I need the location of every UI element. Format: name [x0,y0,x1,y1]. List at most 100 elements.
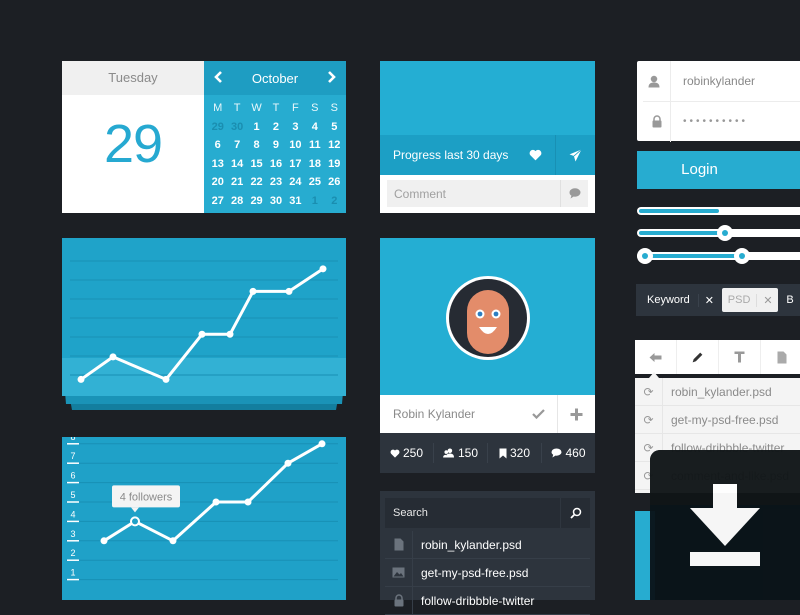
calendar-day-cell[interactable]: 8 [247,136,266,155]
calendar-weekday-header: T [233,102,241,114]
download-button[interactable] [650,450,800,600]
chart-tooltip: 4 followers [112,485,180,513]
follow-check-button[interactable] [519,395,557,433]
data-point[interactable] [198,330,206,338]
search-button[interactable] [560,498,590,528]
stat-followers[interactable]: 150 [434,443,488,463]
value-slider[interactable] [637,225,800,241]
calendar-day-cell[interactable]: 7 [227,136,246,155]
search-input[interactable] [385,507,560,519]
data-point[interactable] [285,287,293,295]
chevron-left-icon[interactable] [214,70,223,86]
calendar-day-cell[interactable]: 25 [305,173,324,192]
data-point[interactable] [100,537,108,545]
calendar-day-cell[interactable]: 14 [227,155,246,174]
data-point[interactable] [284,459,292,467]
calendar-day-cell[interactable]: 1 [247,118,266,137]
search-result-item[interactable]: follow-dribbble-twitter [385,586,590,615]
comment-input[interactable] [387,186,560,201]
slider-handle[interactable] [716,225,733,241]
calendar-day-cell[interactable]: 19 [325,155,344,174]
comment-submit-button[interactable] [560,180,588,207]
calendar-weekday-header: T [272,102,280,114]
slider-handle-high[interactable] [734,248,751,264]
data-point[interactable] [249,287,257,295]
calendar-day-cell[interactable]: 15 [247,155,266,174]
calendar-day-cell[interactable]: 18 [305,155,324,174]
calendar-day-cell[interactable]: 29 [247,192,266,211]
password-input[interactable] [671,116,791,127]
calendar-day-cell[interactable]: 11 [305,136,324,155]
calendar-day-cell[interactable]: 22 [247,173,266,192]
username-input[interactable] [671,74,791,88]
data-point[interactable] [244,498,252,506]
stat-likes[interactable]: 250 [380,443,434,463]
progress-card-bar: Progress last 30 days [380,135,595,175]
close-icon[interactable]: ✕ [756,293,778,307]
calendar-day-cell[interactable]: 2 [325,192,344,211]
calendar-day-cell[interactable]: 5 [325,118,344,137]
file-list-item[interactable]: ⟳ robin_kylander.psd [635,377,800,406]
login-button[interactable]: Login [637,151,800,189]
calendar-day-cell[interactable]: 4 [305,118,324,137]
refresh-icon[interactable]: ⟳ [635,405,663,434]
search-result-item[interactable]: robin_kylander.psd [385,530,590,559]
document-icon [777,351,786,363]
add-button[interactable] [557,395,595,433]
data-point[interactable] [169,537,177,545]
close-icon[interactable]: ✕ [697,293,720,307]
calendar-day-cell[interactable]: 12 [325,136,344,155]
back-arrow-icon [649,352,662,362]
calendar-day-cell[interactable]: 2 [266,118,285,137]
refresh-icon[interactable]: ⟳ [635,377,663,406]
profile-card: Robin Kylander 250 150 320 460 [380,238,595,473]
calendar-day-cell[interactable]: 21 [227,173,246,192]
calendar-day-cell[interactable]: 31 [286,192,305,211]
chevron-right-icon[interactable] [327,70,336,86]
stat-bookmarks[interactable]: 320 [488,443,542,463]
calendar-weekday-header: S [311,102,319,114]
data-point[interactable] [109,353,117,361]
calendar-day-cell[interactable]: 20 [208,173,227,192]
progress-slider[interactable] [637,207,800,215]
like-button[interactable] [515,135,555,175]
text-button[interactable] [719,340,761,374]
edit-button[interactable] [677,340,719,374]
data-point[interactable] [319,265,327,273]
calendar-day-cell[interactable]: 9 [266,136,285,155]
document-button[interactable] [761,340,800,374]
share-button[interactable] [555,135,595,175]
slider-handle-low[interactable] [636,248,653,264]
calendar-day-cell[interactable]: 16 [266,155,285,174]
calendar-day-cell[interactable]: 28 [227,192,246,211]
calendar-day-cell[interactable]: 13 [208,155,227,174]
calendar-day-cell[interactable]: 1 [305,192,324,211]
calendar-day-cell[interactable]: 26 [325,173,344,192]
calendar-day-cell[interactable]: 27 [208,192,227,211]
calendar-day-cell[interactable]: 23 [266,173,285,192]
calendar-day-cell[interactable]: 3 [286,118,305,137]
calendar-day-cell[interactable]: 10 [286,136,305,155]
data-point[interactable] [212,498,220,506]
y-tick-label: 3 [70,529,75,539]
calendar-day-cell[interactable]: 29 [208,118,227,137]
speech-bubble-icon [569,188,580,199]
search-result-item[interactable]: get-my-psd-free.psd [385,558,590,587]
calendar-day-cell[interactable]: 6 [208,136,227,155]
tag-input: Keyword ✕ PSD ✕ B [636,284,800,316]
data-point[interactable] [77,375,85,383]
file-list-item[interactable]: ⟳ get-my-psd-free.psd [635,405,800,434]
data-point[interactable] [318,440,326,448]
data-point-selected[interactable] [130,516,140,527]
stat-comments[interactable]: 460 [542,443,595,463]
profile-name: Robin Kylander [393,407,476,421]
data-point[interactable] [162,375,170,383]
avatar[interactable] [446,276,530,360]
data-point[interactable] [226,330,234,338]
calendar-day-cell[interactable]: 30 [227,118,246,137]
range-slider[interactable] [636,248,800,264]
calendar-day-cell[interactable]: 24 [286,173,305,192]
back-button[interactable] [635,340,677,374]
calendar-day-cell[interactable]: 17 [286,155,305,174]
calendar-day-cell[interactable]: 30 [266,192,285,211]
